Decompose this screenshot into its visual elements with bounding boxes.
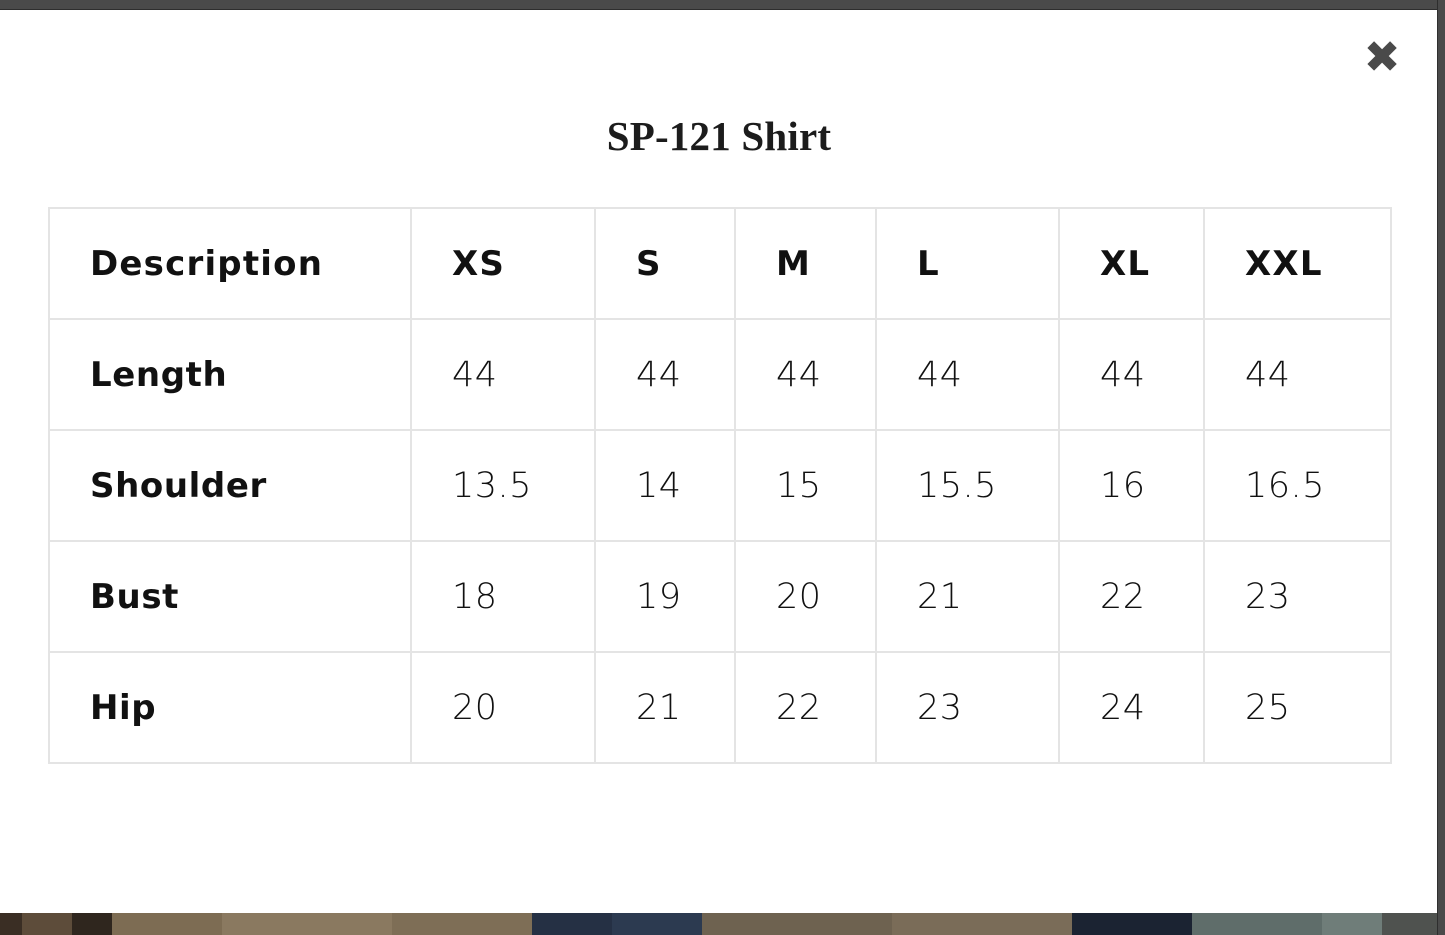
cell-hip-xs: 20 <box>410 651 596 764</box>
row-label-shoulder: Shoulder <box>48 429 412 542</box>
cell-hip-m: 22 <box>734 651 877 764</box>
browser-right-chrome <box>1437 0 1445 935</box>
table-row: Bust 18 19 20 21 22 23 <box>48 540 1392 653</box>
cell-bust-xxl: 23 <box>1203 540 1392 653</box>
cell-bust-s: 19 <box>594 540 736 653</box>
cell-shoulder-m: 15 <box>734 429 877 542</box>
backdrop-segment <box>612 913 702 935</box>
backdrop-segment <box>0 913 22 935</box>
backdrop-segment <box>1072 913 1192 935</box>
backdrop-segment <box>1382 913 1445 935</box>
backdrop-segment <box>112 913 222 935</box>
backdrop-segment <box>392 913 532 935</box>
backdrop-segment <box>892 913 1072 935</box>
backdrop-segment <box>222 913 392 935</box>
cell-bust-xs: 18 <box>410 540 596 653</box>
cell-hip-xl: 24 <box>1058 651 1205 764</box>
backdrop-segment <box>22 913 72 935</box>
size-chart-modal: ✖ SP-121 Shirt Description XS S M L XL XXL Leng… <box>0 9 1438 911</box>
cell-hip-l: 23 <box>875 651 1060 764</box>
cell-hip-xxl: 25 <box>1203 651 1392 764</box>
cell-hip-s: 21 <box>594 651 736 764</box>
column-header-size-xl: XL <box>1058 207 1205 320</box>
table-header-row: Description XS S M L XL XXL <box>48 207 1392 320</box>
cell-bust-l: 21 <box>875 540 1060 653</box>
cell-shoulder-l: 15.5 <box>875 429 1060 542</box>
cell-length-s: 44 <box>594 318 736 431</box>
cell-shoulder-s: 14 <box>594 429 736 542</box>
row-label-hip: Hip <box>48 651 412 764</box>
table-row: Hip 20 21 22 23 24 25 <box>48 651 1392 764</box>
column-header-size-s: S <box>594 207 736 320</box>
backdrop-segment <box>1192 913 1322 935</box>
cell-shoulder-xs: 13.5 <box>410 429 596 542</box>
cell-length-m: 44 <box>734 318 877 431</box>
backdrop-segment <box>72 913 112 935</box>
backdrop-segment <box>1322 913 1382 935</box>
size-chart-table-container: Description XS S M L XL XXL Length 44 44 44 44 44 44 S… <box>48 207 1392 764</box>
column-header-size-xxl: XXL <box>1203 207 1392 320</box>
cell-shoulder-xl: 16 <box>1058 429 1205 542</box>
column-header-description: Description <box>48 207 412 320</box>
column-header-size-xs: XS <box>410 207 596 320</box>
table-row: Length 44 44 44 44 44 44 <box>48 318 1392 431</box>
backdrop-segment <box>532 913 612 935</box>
cell-length-xs: 44 <box>410 318 596 431</box>
table-row: Shoulder 13.5 14 15 15.5 16 16.5 <box>48 429 1392 542</box>
cell-length-xl: 44 <box>1058 318 1205 431</box>
cell-shoulder-xxl: 16.5 <box>1203 429 1392 542</box>
background-image-strip <box>0 913 1445 935</box>
cell-bust-m: 20 <box>734 540 877 653</box>
close-icon[interactable]: ✖ <box>1358 34 1406 82</box>
row-label-bust: Bust <box>48 540 412 653</box>
cell-bust-xl: 22 <box>1058 540 1205 653</box>
page-title: SP-121 Shirt <box>606 113 832 159</box>
backdrop-segment <box>702 913 892 935</box>
column-header-size-m: M <box>734 207 877 320</box>
browser-top-chrome <box>0 0 1445 10</box>
cell-length-l: 44 <box>875 318 1060 431</box>
cell-length-xxl: 44 <box>1203 318 1392 431</box>
column-header-size-l: L <box>875 207 1060 320</box>
row-label-length: Length <box>48 318 412 431</box>
size-chart-table: Description XS S M L XL XXL Length 44 44 44 44 44 44 S… <box>48 207 1392 764</box>
